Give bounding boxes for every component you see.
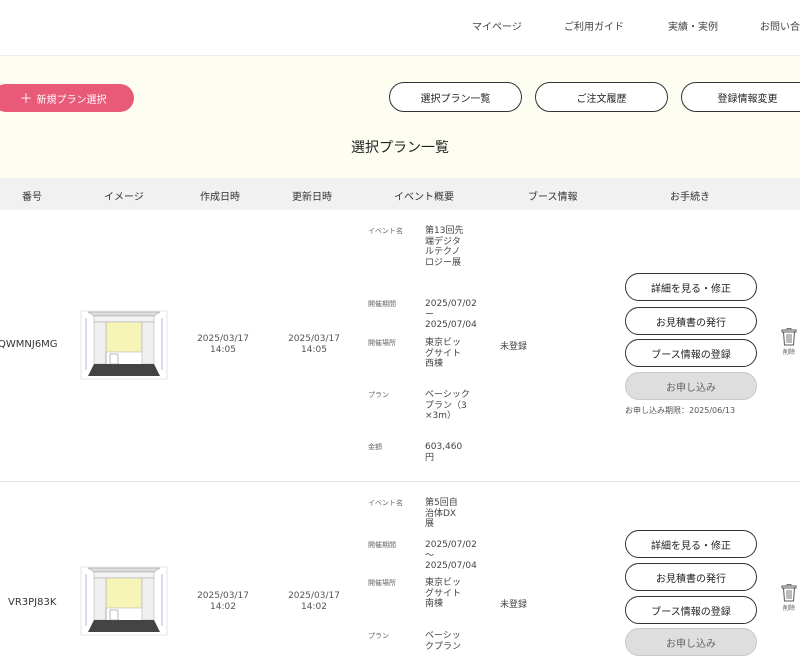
plan-list-button[interactable]: 選択プラン一覧 [389,82,522,112]
estimate-button[interactable]: お見積書の発行 [625,563,757,591]
nav-contact-link[interactable]: お問い合 [760,18,800,33]
nav-mypage-link[interactable]: マイページ [472,18,522,33]
trash-icon [781,584,797,602]
booth-status: 未登録 [500,342,528,352]
plus-icon: ＋ [19,90,33,106]
toolbar-band [0,56,800,178]
delete-button[interactable]: 削除 [780,328,798,356]
period-end: 2025/07/04 [425,320,477,330]
header-number: 番号 [22,192,42,203]
plan-thumbnail[interactable] [80,310,168,380]
top-navigation: マイページ ご利用ガイド 実績・実例 お問い合 [0,0,800,56]
nav-works-link[interactable]: 実績・実例 [668,18,718,33]
delete-label: 削除 [782,605,795,612]
order-history-button[interactable]: ご注文履歴 [535,82,668,112]
venue-label: 開催場所 [368,339,396,347]
created-date: 2025/03/17 14:05 [197,334,249,355]
apply-deadline: お申し込み期限：2025/06/13 [625,406,736,415]
booth-image [80,566,168,636]
header-image: イメージ [104,192,144,203]
period-start: 2025/07/02 [425,540,477,550]
period-label: 開催期間 [368,300,396,308]
period-separator: ー [425,310,435,320]
details-button[interactable]: 詳細を見る・修正 [625,530,757,558]
event-name-label: イベント名 [368,499,403,507]
period-start: 2025/07/02 [425,299,477,309]
profile-edit-button[interactable]: 登録情報変更 [681,82,800,112]
new-plan-button[interactable]: ＋ 新規プラン選択 [0,84,134,112]
new-plan-label: 新規プラン選択 [36,94,107,106]
plan-value: ベーシックプラン（3×3m） [425,390,470,421]
event-name-label: イベント名 [368,227,403,235]
delete-label: 削除 [782,349,795,356]
trash-icon [781,328,797,346]
delete-button[interactable]: 削除 [780,584,798,612]
page-title: 選択プラン一覧 [351,140,449,156]
details-button[interactable]: 詳細を見る・修正 [625,273,757,301]
header-procedure: お手続き [670,192,710,203]
header-booth: ブース情報 [528,192,578,203]
event-name-value: 第13回先端デジタルテクノロジー展 [425,226,464,268]
plan-number: QWMNJ6MG [0,339,58,350]
amount-value: 603,460円 [425,442,463,463]
nav-guide-link[interactable]: ご利用ガイド [564,18,624,33]
venue-value: 東京ビッグサイト南棟 [425,578,462,609]
plan-label: プラン [368,391,389,399]
created-date: 2025/03/17 14:02 [197,591,249,612]
plan-thumbnail[interactable] [80,566,168,636]
apply-button[interactable]: お申し込み [625,628,757,656]
venue-label: 開催場所 [368,579,396,587]
booth-status: 未登録 [500,600,528,610]
header-event: イベント概要 [394,192,454,203]
venue-value: 東京ビッグサイト西棟 [425,338,462,369]
apply-button[interactable]: お申し込み [625,372,757,400]
booth-register-button[interactable]: ブース情報の登録 [625,339,757,367]
updated-date: 2025/03/17 14:02 [288,591,340,612]
plan-label: プラン [368,632,389,640]
booth-image [80,310,168,380]
period-separator: ～ [425,551,435,561]
amount-label: 金額 [368,443,382,451]
updated-date: 2025/03/17 14:05 [288,334,340,355]
header-updated: 更新日時 [292,192,332,203]
plan-number: VR3PJ83K [8,597,57,608]
period-end: 2025/07/04 [425,561,477,571]
period-label: 開催期間 [368,541,396,549]
booth-register-button[interactable]: ブース情報の登録 [625,596,757,624]
event-name-value: 第5回自治体DX展 [425,498,458,529]
table-header: 番号 イメージ 作成日時 更新日時 イベント概要 ブース情報 お手続き [0,178,800,210]
header-created: 作成日時 [200,192,240,203]
estimate-button[interactable]: お見積書の発行 [625,307,757,335]
plan-value: ベーシックプラン [425,631,462,652]
